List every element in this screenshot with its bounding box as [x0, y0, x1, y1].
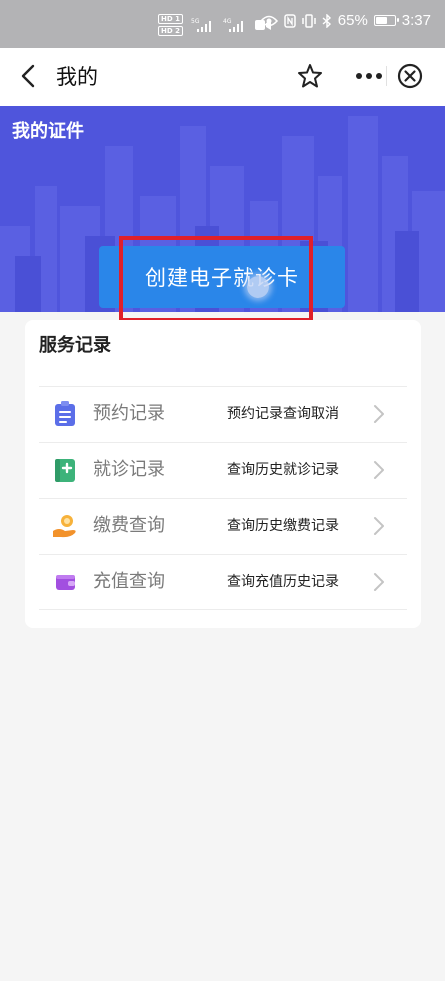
battery-icon: [373, 15, 399, 26]
hd1-badge: HD 1: [158, 14, 183, 24]
nfc-icon: [284, 13, 296, 28]
clock: 3:37: [401, 12, 431, 29]
highlight-box: [119, 236, 313, 322]
signal-5g-icon: 5G: [191, 18, 211, 32]
chevron-right-icon: [374, 517, 384, 535]
coin-hand-icon: [53, 515, 76, 538]
vibrate-icon: [302, 13, 316, 28]
record-desc: 预约记录查询取消: [227, 406, 339, 422]
capsule-divider: [386, 66, 387, 86]
bluetooth-icon: [322, 13, 331, 28]
record-label: 就诊记录: [93, 459, 165, 480]
chevron-right-icon: [374, 405, 384, 423]
record-desc: 查询历史就诊记录: [227, 462, 339, 478]
chevron-right-icon: [374, 573, 384, 591]
more-dots-icon: [356, 73, 382, 79]
record-label: 预约记录: [93, 403, 165, 424]
back-button[interactable]: [14, 61, 44, 91]
banner-title: 我的证件: [12, 121, 84, 142]
record-list: 预约记录 预约记录查询取消 就诊记录 查询历史就诊记录 缴费查询 查询历史缴费记…: [39, 386, 407, 610]
star-icon: [298, 64, 322, 88]
signal-4g-icon: 4G: [223, 18, 243, 32]
signal-group: HD 1 HD 2 5G 4G: [158, 14, 271, 36]
record-row-visit[interactable]: 就诊记录 查询历史就诊记录: [39, 442, 407, 498]
wallet-icon: [56, 575, 75, 590]
net1-label: 5G: [191, 18, 200, 25]
status-right: 65% 3:37: [259, 12, 431, 29]
close-circle-icon: [397, 63, 423, 89]
service-records-card: 服务记录 预约记录 预约记录查询取消 就诊记录 查询历史就诊记录 缴费查询 查询…: [25, 320, 421, 628]
medical-record-icon: [55, 459, 75, 482]
favorite-button[interactable]: [296, 62, 324, 90]
app-header: 我的: [0, 48, 445, 106]
record-desc: 查询历史缴费记录: [227, 518, 339, 534]
record-desc: 查询充值历史记录: [227, 574, 339, 590]
hd-badges: HD 1 HD 2: [158, 14, 183, 36]
battery-percent: 65%: [337, 12, 368, 29]
back-arrow-icon: [21, 64, 35, 88]
page-title: 我的: [56, 65, 98, 89]
clipboard-icon: [55, 401, 75, 426]
record-row-payment[interactable]: 缴费查询 查询历史缴费记录: [39, 498, 407, 554]
chevron-right-icon: [374, 461, 384, 479]
record-label: 缴费查询: [93, 515, 165, 536]
battery-level: [375, 17, 387, 24]
record-row-appointment[interactable]: 预约记录 预约记录查询取消: [39, 386, 407, 442]
status-bar: HD 1 HD 2 5G 4G 65% 3:37: [0, 0, 445, 48]
service-records-title: 服务记录: [39, 335, 111, 356]
record-label: 充值查询: [93, 571, 165, 592]
hd2-badge: HD 2: [158, 26, 183, 36]
more-button[interactable]: [348, 58, 390, 94]
eye-icon: [259, 15, 278, 26]
close-button[interactable]: [396, 62, 424, 90]
mini-program-capsule: [340, 58, 434, 94]
record-row-recharge[interactable]: 充值查询 查询充值历史记录: [39, 554, 407, 610]
net2-label: 4G: [223, 18, 232, 25]
